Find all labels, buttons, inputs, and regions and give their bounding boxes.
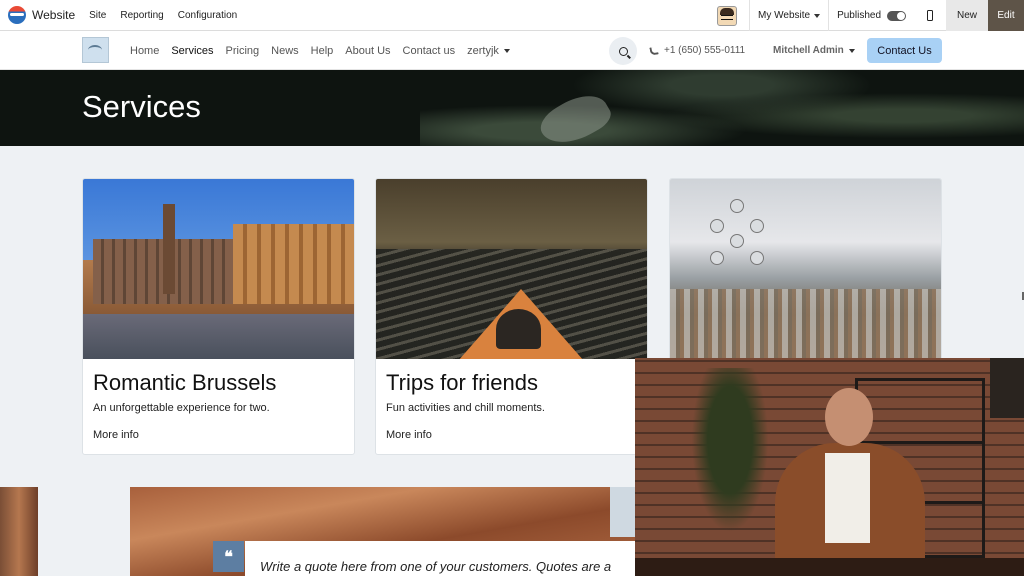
phone-contact[interactable]: +1 (650) 555-0111 bbox=[649, 31, 746, 70]
phone-icon bbox=[649, 45, 659, 56]
new-button[interactable]: New bbox=[946, 0, 988, 31]
admin-bar: Website Site Reporting Configuration My … bbox=[0, 0, 1024, 31]
image-detail bbox=[670, 289, 941, 359]
image-detail bbox=[730, 234, 744, 248]
menu-reporting[interactable]: Reporting bbox=[120, 10, 163, 21]
admin-menu: Site Reporting Configuration bbox=[89, 10, 237, 21]
phone-number: +1 (650) 555-0111 bbox=[664, 45, 746, 56]
section-image-sky bbox=[610, 487, 635, 537]
nav-help[interactable]: Help bbox=[311, 45, 334, 57]
nav-news[interactable]: News bbox=[271, 45, 299, 57]
chevron-down-icon bbox=[848, 48, 855, 53]
image-detail bbox=[163, 204, 175, 294]
user-avatar[interactable] bbox=[717, 5, 738, 26]
published-label: Published bbox=[837, 10, 881, 21]
chevron-down-icon bbox=[814, 13, 821, 18]
service-card-friends: Trips for friends Fun activities and chi… bbox=[375, 178, 648, 455]
menu-site[interactable]: Site bbox=[89, 10, 106, 21]
website-switcher-label: My Website bbox=[758, 10, 811, 21]
section-image-left bbox=[0, 487, 38, 576]
hero-background-image bbox=[420, 70, 1024, 146]
image-detail bbox=[496, 309, 541, 349]
toggle-switch-icon[interactable] bbox=[887, 10, 906, 21]
search-icon bbox=[618, 46, 628, 56]
card-image-brussels bbox=[83, 179, 354, 359]
video-presenter-head bbox=[825, 388, 873, 446]
admin-right-tools: My Website Published New Edit bbox=[717, 0, 1024, 31]
user-menu[interactable]: Mitchell Admin bbox=[773, 31, 855, 70]
contact-us-button[interactable]: Contact Us bbox=[867, 38, 942, 63]
user-name: Mitchell Admin bbox=[773, 45, 844, 56]
nav-links: Home Services Pricing News Help About Us… bbox=[130, 31, 510, 70]
image-detail bbox=[750, 251, 764, 265]
mobile-preview-button[interactable] bbox=[914, 0, 946, 31]
website-switcher[interactable]: My Website bbox=[749, 0, 828, 31]
publish-toggle[interactable]: Published bbox=[828, 0, 914, 31]
nav-about-us[interactable]: About Us bbox=[345, 45, 390, 57]
video-presenter-shirt bbox=[825, 453, 870, 543]
image-detail bbox=[233, 224, 354, 304]
quote-icon: ❝ bbox=[213, 541, 244, 572]
app-logo[interactable]: Website bbox=[8, 6, 75, 24]
card-image-atomium bbox=[670, 179, 941, 359]
hero-banner: Services bbox=[0, 70, 1024, 146]
video-desk bbox=[635, 558, 1024, 576]
nav-pricing[interactable]: Pricing bbox=[226, 45, 260, 57]
search-button[interactable] bbox=[609, 37, 637, 65]
nav-services[interactable]: Services bbox=[171, 45, 213, 57]
card-title: Trips for friends bbox=[386, 370, 539, 395]
edit-button[interactable]: Edit bbox=[988, 0, 1024, 31]
website-globe-icon bbox=[8, 6, 26, 24]
nav-dropdown[interactable]: zertyjk bbox=[467, 45, 510, 57]
nav-contact-us[interactable]: Contact us bbox=[403, 45, 456, 57]
service-card-brussels: Romantic Brussels An unforgettable exper… bbox=[82, 178, 355, 455]
card-title: Romantic Brussels bbox=[93, 370, 277, 395]
website-navbar: Home Services Pricing News Help About Us… bbox=[0, 31, 1024, 70]
quote-text: Write a quote here from one of your cust… bbox=[260, 559, 612, 574]
video-plant bbox=[685, 368, 775, 548]
mobile-preview-icon bbox=[927, 10, 933, 21]
nav-dropdown-label: zertyjk bbox=[467, 44, 499, 57]
image-detail bbox=[730, 199, 744, 213]
chevron-down-icon bbox=[503, 48, 510, 53]
image-detail bbox=[710, 219, 724, 233]
page-title: Services bbox=[82, 89, 201, 124]
video-overlay[interactable] bbox=[635, 358, 1024, 576]
menu-configuration[interactable]: Configuration bbox=[178, 10, 237, 21]
card-image-kayak bbox=[376, 179, 647, 359]
card-text: An unforgettable experience for two. bbox=[93, 402, 270, 414]
image-detail bbox=[710, 251, 724, 265]
card-text: Fun activities and chill moments. bbox=[386, 402, 545, 414]
video-lamp bbox=[990, 358, 1024, 418]
image-detail bbox=[750, 219, 764, 233]
card-more-info-link[interactable]: More info bbox=[93, 429, 139, 441]
site-logo[interactable] bbox=[82, 37, 109, 63]
nav-home[interactable]: Home bbox=[130, 45, 159, 57]
card-more-info-link[interactable]: More info bbox=[386, 429, 432, 441]
app-title: Website bbox=[32, 8, 76, 22]
